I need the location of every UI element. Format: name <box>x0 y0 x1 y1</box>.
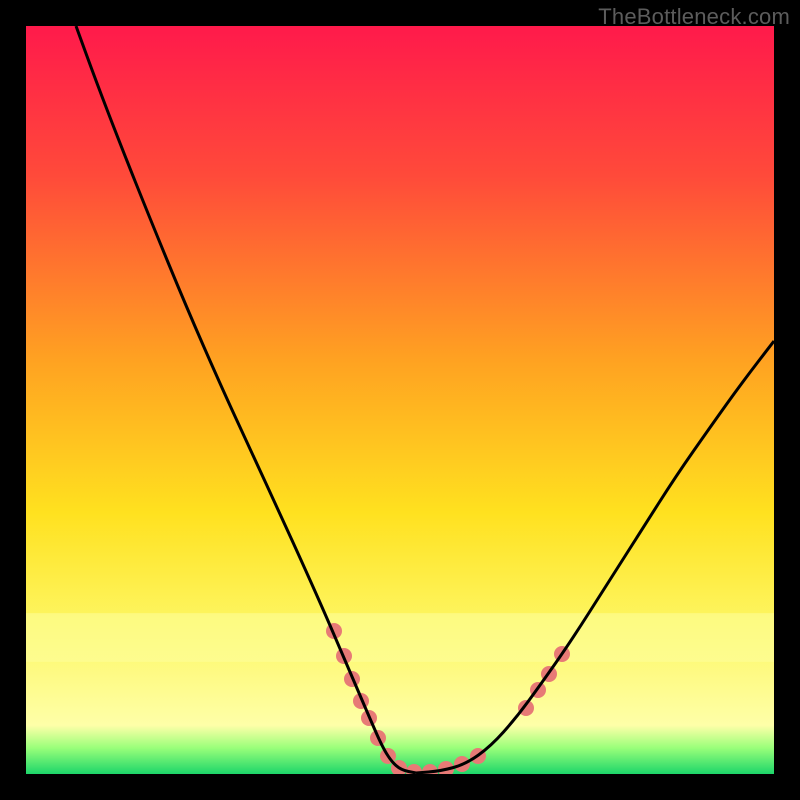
watermark-text: TheBottleneck.com <box>598 4 790 30</box>
right-curve <box>416 341 774 773</box>
chart-plot-area <box>26 26 774 774</box>
left-curve <box>76 26 416 773</box>
chart-curve-layer <box>26 26 774 774</box>
